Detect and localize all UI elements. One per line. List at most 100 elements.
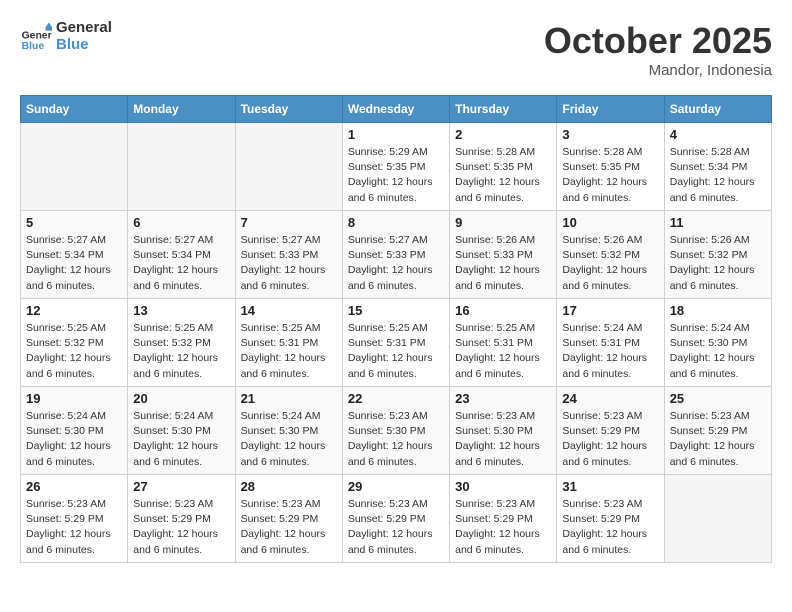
- day-number: 22: [348, 391, 444, 406]
- calendar-cell: 10 Sunrise: 5:26 AMSunset: 5:32 PMDayligh…: [557, 211, 664, 299]
- day-info: Sunrise: 5:24 AMSunset: 5:30 PMDaylight:…: [670, 321, 766, 382]
- calendar-cell: [664, 475, 771, 563]
- day-number: 25: [670, 391, 766, 406]
- day-info: Sunrise: 5:24 AMSunset: 5:30 PMDaylight:…: [133, 409, 229, 470]
- day-number: 24: [562, 391, 658, 406]
- day-number: 18: [670, 303, 766, 318]
- day-number: 15: [348, 303, 444, 318]
- logo: General Blue General Blue: [20, 20, 112, 53]
- day-info: Sunrise: 5:29 AMSunset: 5:35 PMDaylight:…: [348, 145, 444, 206]
- calendar-cell: 20 Sunrise: 5:24 AMSunset: 5:30 PMDayligh…: [128, 387, 235, 475]
- calendar-header-row: SundayMondayTuesdayWednesdayThursdayFrid…: [21, 96, 772, 123]
- day-info: Sunrise: 5:23 AMSunset: 5:30 PMDaylight:…: [455, 409, 551, 470]
- day-number: 20: [133, 391, 229, 406]
- day-info: Sunrise: 5:24 AMSunset: 5:30 PMDaylight:…: [26, 409, 122, 470]
- calendar-cell: 1 Sunrise: 5:29 AMSunset: 5:35 PMDaylight…: [342, 123, 449, 211]
- calendar-cell: 18 Sunrise: 5:24 AMSunset: 5:30 PMDayligh…: [664, 299, 771, 387]
- calendar-cell: 6 Sunrise: 5:27 AMSunset: 5:34 PMDaylight…: [128, 211, 235, 299]
- calendar-cell: 16Sunrise: 5:25 AMSunset: 5:31 PMDayligh…: [450, 299, 557, 387]
- calendar-cell: 2Sunrise: 5:28 AMSunset: 5:35 PMDaylight…: [450, 123, 557, 211]
- day-info: Sunrise: 5:26 AMSunset: 5:33 PMDaylight:…: [455, 233, 551, 294]
- day-info: Sunrise: 5:23 AMSunset: 5:29 PMDaylight:…: [670, 409, 766, 470]
- calendar-cell: 28 Sunrise: 5:23 AMSunset: 5:29 PMDayligh…: [235, 475, 342, 563]
- day-number: 8: [348, 215, 444, 230]
- calendar-cell: 11 Sunrise: 5:26 AMSunset: 5:32 PMDayligh…: [664, 211, 771, 299]
- calendar-cell: 14Sunrise: 5:25 AMSunset: 5:31 PMDayligh…: [235, 299, 342, 387]
- day-info: Sunrise: 5:23 AMSunset: 5:29 PMDaylight:…: [455, 497, 551, 558]
- day-info: Sunrise: 5:25 AMSunset: 5:32 PMDaylight:…: [26, 321, 122, 382]
- day-info: Sunrise: 5:23 AMSunset: 5:29 PMDaylight:…: [348, 497, 444, 558]
- logo-general: General: [56, 20, 112, 37]
- day-info: Sunrise: 5:26 AMSunset: 5:32 PMDaylight:…: [562, 233, 658, 294]
- calendar-week-row: 1 Sunrise: 5:29 AMSunset: 5:35 PMDaylight…: [21, 123, 772, 211]
- day-info: Sunrise: 5:23 AMSunset: 5:29 PMDaylight:…: [562, 409, 658, 470]
- day-number: 2: [455, 127, 551, 142]
- day-number: 12: [26, 303, 122, 318]
- calendar-cell: 26 Sunrise: 5:23 AMSunset: 5:29 PMDayligh…: [21, 475, 128, 563]
- calendar-cell: 21Sunrise: 5:24 AMSunset: 5:30 PMDayligh…: [235, 387, 342, 475]
- calendar-week-row: 19 Sunrise: 5:24 AMSunset: 5:30 PMDayligh…: [21, 387, 772, 475]
- day-info: Sunrise: 5:23 AMSunset: 5:29 PMDaylight:…: [26, 497, 122, 558]
- day-info: Sunrise: 5:25 AMSunset: 5:31 PMDaylight:…: [241, 321, 337, 382]
- day-info: Sunrise: 5:27 AMSunset: 5:33 PMDaylight:…: [348, 233, 444, 294]
- day-of-week-header: Wednesday: [342, 96, 449, 123]
- logo-blue: Blue: [56, 37, 112, 54]
- day-info: Sunrise: 5:27 AMSunset: 5:34 PMDaylight:…: [26, 233, 122, 294]
- day-number: 6: [133, 215, 229, 230]
- day-number: 16: [455, 303, 551, 318]
- calendar-cell: 27Sunrise: 5:23 AMSunset: 5:29 PMDayligh…: [128, 475, 235, 563]
- day-number: 1: [348, 127, 444, 142]
- day-of-week-header: Sunday: [21, 96, 128, 123]
- calendar-cell: 22 Sunrise: 5:23 AMSunset: 5:30 PMDayligh…: [342, 387, 449, 475]
- calendar-cell: 24 Sunrise: 5:23 AMSunset: 5:29 PMDayligh…: [557, 387, 664, 475]
- calendar-week-row: 12 Sunrise: 5:25 AMSunset: 5:32 PMDayligh…: [21, 299, 772, 387]
- day-of-week-header: Thursday: [450, 96, 557, 123]
- day-number: 23: [455, 391, 551, 406]
- day-number: 5: [26, 215, 122, 230]
- day-number: 13: [133, 303, 229, 318]
- calendar-cell: 8 Sunrise: 5:27 AMSunset: 5:33 PMDaylight…: [342, 211, 449, 299]
- day-number: 19: [26, 391, 122, 406]
- day-info: Sunrise: 5:27 AMSunset: 5:34 PMDaylight:…: [133, 233, 229, 294]
- calendar-cell: 5 Sunrise: 5:27 AMSunset: 5:34 PMDaylight…: [21, 211, 128, 299]
- day-number: 27: [133, 479, 229, 494]
- day-of-week-header: Saturday: [664, 96, 771, 123]
- calendar-cell: 15 Sunrise: 5:25 AMSunset: 5:31 PMDayligh…: [342, 299, 449, 387]
- day-info: Sunrise: 5:25 AMSunset: 5:31 PMDaylight:…: [348, 321, 444, 382]
- day-info: Sunrise: 5:28 AMSunset: 5:35 PMDaylight:…: [562, 145, 658, 206]
- day-info: Sunrise: 5:23 AMSunset: 5:29 PMDaylight:…: [562, 497, 658, 558]
- day-number: 31: [562, 479, 658, 494]
- day-number: 4: [670, 127, 766, 142]
- day-number: 28: [241, 479, 337, 494]
- calendar-cell: 31 Sunrise: 5:23 AMSunset: 5:29 PMDayligh…: [557, 475, 664, 563]
- calendar-cell: 9Sunrise: 5:26 AMSunset: 5:33 PMDaylight…: [450, 211, 557, 299]
- day-of-week-header: Monday: [128, 96, 235, 123]
- svg-text:Blue: Blue: [22, 41, 45, 52]
- day-number: 17: [562, 303, 658, 318]
- day-info: Sunrise: 5:25 AMSunset: 5:32 PMDaylight:…: [133, 321, 229, 382]
- day-number: 21: [241, 391, 337, 406]
- day-of-week-header: Tuesday: [235, 96, 342, 123]
- day-of-week-header: Friday: [557, 96, 664, 123]
- page-header: General Blue General Blue October 2025 M…: [20, 20, 772, 79]
- day-info: Sunrise: 5:26 AMSunset: 5:32 PMDaylight:…: [670, 233, 766, 294]
- day-number: 30: [455, 479, 551, 494]
- day-info: Sunrise: 5:23 AMSunset: 5:30 PMDaylight:…: [348, 409, 444, 470]
- calendar-cell: 25 Sunrise: 5:23 AMSunset: 5:29 PMDayligh…: [664, 387, 771, 475]
- calendar-cell: [128, 123, 235, 211]
- day-number: 11: [670, 215, 766, 230]
- svg-text:General: General: [22, 30, 52, 41]
- day-number: 3: [562, 127, 658, 142]
- title-block: October 2025 Mandor, Indonesia: [544, 20, 772, 79]
- calendar-cell: 7Sunrise: 5:27 AMSunset: 5:33 PMDaylight…: [235, 211, 342, 299]
- logo-icon: General Blue: [20, 21, 52, 53]
- calendar-week-row: 26 Sunrise: 5:23 AMSunset: 5:29 PMDayligh…: [21, 475, 772, 563]
- calendar-cell: 3 Sunrise: 5:28 AMSunset: 5:35 PMDaylight…: [557, 123, 664, 211]
- calendar-week-row: 5 Sunrise: 5:27 AMSunset: 5:34 PMDaylight…: [21, 211, 772, 299]
- day-number: 26: [26, 479, 122, 494]
- day-info: Sunrise: 5:23 AMSunset: 5:29 PMDaylight:…: [241, 497, 337, 558]
- day-number: 7: [241, 215, 337, 230]
- calendar-table: SundayMondayTuesdayWednesdayThursdayFrid…: [20, 95, 772, 563]
- day-number: 10: [562, 215, 658, 230]
- day-number: 29: [348, 479, 444, 494]
